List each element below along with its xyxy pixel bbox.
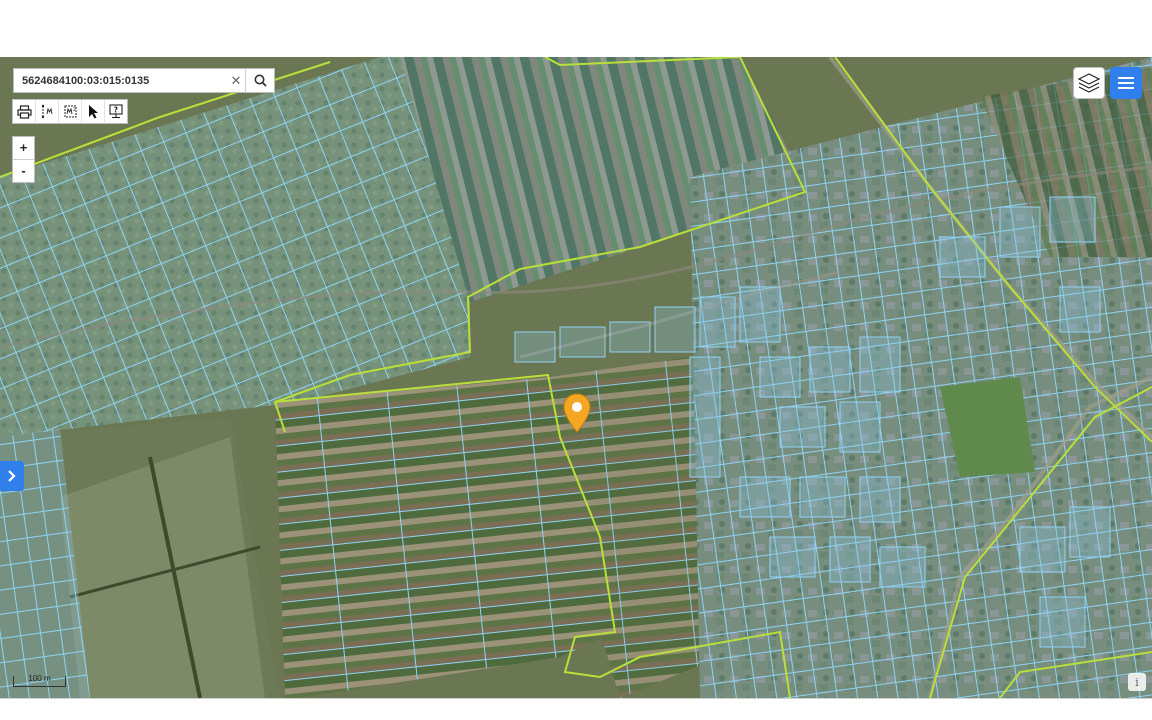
top-bar [0, 0, 1152, 57]
search-icon [254, 74, 267, 87]
select-button[interactable] [82, 100, 105, 123]
chevron-right-icon [8, 470, 16, 482]
measure-distance-button[interactable] [36, 100, 59, 123]
hamburger-icon [1118, 77, 1134, 89]
search-bar: ✕ [13, 68, 275, 93]
map-pin-icon[interactable] [563, 393, 591, 433]
cursor-icon [88, 105, 98, 119]
menu-button[interactable] [1110, 67, 1142, 99]
close-icon[interactable]: ✕ [227, 73, 245, 89]
info-icon[interactable]: i [1128, 673, 1146, 691]
scale-bar: 100 m [13, 674, 66, 687]
printer-icon [16, 104, 32, 119]
map-toolbar: 2 ? [12, 99, 128, 124]
search-input[interactable] [14, 69, 227, 92]
svg-text:?: ? [114, 106, 118, 115]
measure-area-icon: 2 [64, 105, 76, 118]
info-query-button[interactable]: ? [105, 100, 127, 123]
zoom-in-button[interactable]: + [13, 137, 34, 160]
zoom-control: + - [12, 136, 35, 183]
search-button[interactable] [245, 69, 274, 92]
print-button[interactable] [13, 100, 36, 123]
zoom-out-button[interactable]: - [13, 160, 34, 182]
bottom-bar [0, 698, 1152, 720]
info-query-icon: ? [109, 104, 123, 119]
layers-icon [1077, 73, 1101, 93]
measure-area-button[interactable]: 2 [59, 100, 82, 123]
satellite-map[interactable] [0, 57, 1152, 698]
measure-distance-icon [41, 104, 52, 119]
map-canvas[interactable]: 100 m i [0, 57, 1152, 698]
layers-button[interactable] [1073, 67, 1105, 99]
side-panel-toggle[interactable] [0, 461, 24, 491]
scale-label: 100 m [28, 674, 51, 683]
